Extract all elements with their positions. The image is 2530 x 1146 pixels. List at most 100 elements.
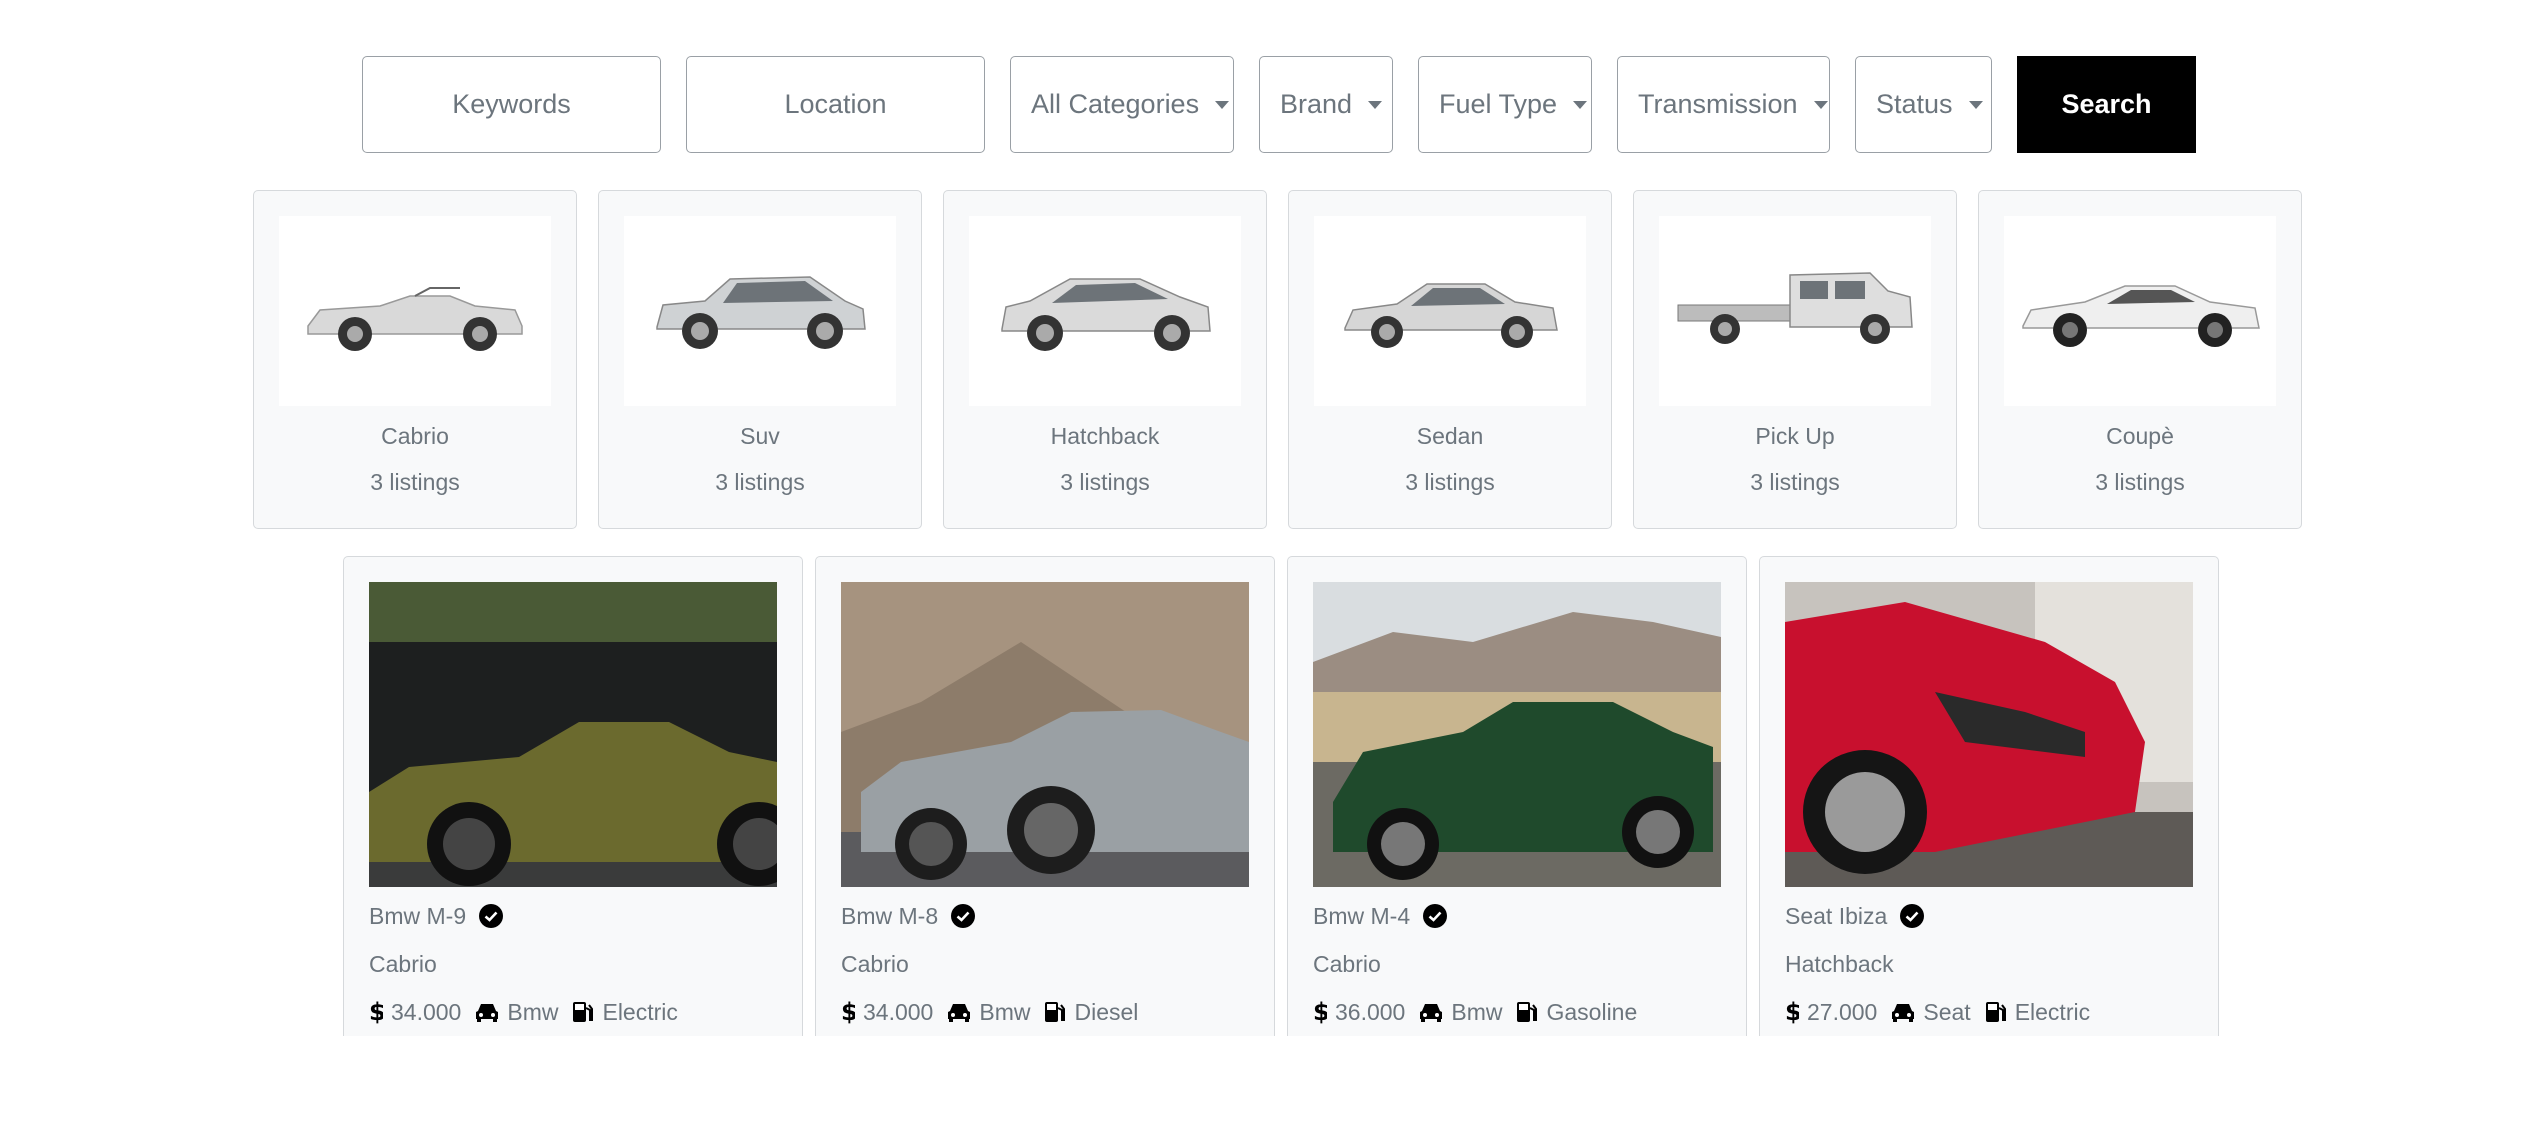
listing-title[interactable]: Bmw M-8 bbox=[841, 903, 938, 930]
listing-price: 34.000 bbox=[863, 998, 934, 1025]
car-cabrio-image bbox=[279, 216, 551, 406]
category-count: 3 listings bbox=[1060, 469, 1150, 495]
listing-brand: Bmw bbox=[979, 998, 1031, 1025]
brand-select[interactable]: Brand bbox=[1259, 56, 1393, 153]
status-select[interactable]: Status bbox=[1855, 56, 1992, 153]
listing-category: Cabrio bbox=[369, 951, 437, 977]
category-count: 3 listings bbox=[1750, 469, 1840, 495]
car-sedan-image bbox=[1314, 216, 1586, 406]
car-coupe-image bbox=[2004, 216, 2276, 406]
svg-text:$: $ bbox=[1785, 999, 1799, 1025]
listing-brand: Bmw bbox=[1451, 998, 1503, 1025]
caret-down-icon bbox=[1368, 100, 1383, 109]
verified-check-icon bbox=[1423, 904, 1448, 928]
listing-photo[interactable] bbox=[1313, 582, 1721, 887]
fuel-pump-icon bbox=[1044, 1000, 1066, 1024]
listing-photo[interactable] bbox=[1785, 582, 2193, 887]
category-count: 3 listings bbox=[370, 469, 460, 495]
listing-brand: Seat bbox=[1923, 998, 1971, 1025]
listing-title[interactable]: Seat Ibiza bbox=[1785, 903, 1887, 930]
category-name: Coupè bbox=[2106, 423, 2174, 449]
listing-brand: Bmw bbox=[507, 998, 559, 1025]
listing-title-row: Bmw M-4 bbox=[1313, 899, 1721, 933]
listing-card[interactable]: Bmw M-9 Cabrio $ 34.000 Bmw Electric bbox=[343, 556, 803, 1036]
listing-price: 27.000 bbox=[1807, 998, 1878, 1025]
listing-category: Cabrio bbox=[841, 951, 909, 977]
listing-price: 34.000 bbox=[391, 998, 462, 1025]
dollar-icon: $ bbox=[1313, 999, 1327, 1025]
listing-meta: $ 34.000 Bmw Electric bbox=[369, 995, 777, 1029]
listing-photo[interactable] bbox=[841, 582, 1249, 887]
listing-fuel: Electric bbox=[2014, 998, 2091, 1025]
location-input[interactable]: Location bbox=[686, 56, 985, 153]
category-name: Suv bbox=[740, 423, 780, 449]
verified-check-icon bbox=[951, 904, 976, 928]
listing-title-row: Bmw M-9 bbox=[369, 899, 777, 933]
caret-down-icon bbox=[1573, 100, 1588, 109]
category-card-coupe[interactable]: Coupè 3 listings bbox=[1978, 190, 2302, 529]
listing-title[interactable]: Bmw M-9 bbox=[369, 903, 466, 930]
search-bar: Keywords Location All Categories Brand F… bbox=[362, 56, 2196, 153]
listing-price: 36.000 bbox=[1335, 998, 1406, 1025]
listing-card[interactable]: Bmw M-8 Cabrio $ 34.000 Bmw Diesel bbox=[815, 556, 1275, 1036]
listing-meta: $ 36.000 Bmw Gasoline bbox=[1313, 995, 1721, 1029]
listing-category: Hatchback bbox=[1785, 951, 1894, 977]
listing-meta: $ 27.000 Seat Electric bbox=[1785, 995, 2193, 1029]
fuel-type-select[interactable]: Fuel Type bbox=[1418, 56, 1592, 153]
car-icon bbox=[475, 1001, 499, 1023]
category-card-sedan[interactable]: Sedan 3 listings bbox=[1288, 190, 1612, 529]
category-name: Hatchback bbox=[1050, 423, 1160, 449]
listing-fuel: Diesel bbox=[1074, 998, 1139, 1025]
categories-select-label: All Categories bbox=[1031, 89, 1200, 119]
category-card-suv[interactable]: Suv 3 listings bbox=[598, 190, 922, 529]
category-card-cabrio[interactable]: Cabrio 3 listings bbox=[253, 190, 577, 529]
car-hatchback-image bbox=[969, 216, 1241, 406]
transmission-select[interactable]: Transmission bbox=[1617, 56, 1830, 153]
car-pickup-image bbox=[1659, 216, 1931, 406]
categories-select[interactable]: All Categories bbox=[1010, 56, 1234, 153]
listing-fuel: Electric bbox=[602, 998, 678, 1025]
listing-title-row: Bmw M-8 bbox=[841, 899, 1249, 933]
listing-meta: $ 34.000 Bmw Diesel bbox=[841, 995, 1249, 1029]
category-count: 3 listings bbox=[715, 469, 805, 495]
category-name: Cabrio bbox=[381, 423, 449, 449]
fuel-pump-icon bbox=[1985, 1000, 2007, 1024]
car-icon bbox=[1419, 1001, 1443, 1023]
dollar-icon: $ bbox=[1785, 999, 1799, 1025]
listing-category: Cabrio bbox=[1313, 951, 1381, 977]
caret-down-icon bbox=[1215, 100, 1230, 109]
listing-title-row: Seat Ibiza bbox=[1785, 899, 2193, 933]
verified-check-icon bbox=[479, 904, 504, 928]
dollar-icon: $ bbox=[369, 999, 383, 1025]
listing-fuel: Gasoline bbox=[1546, 998, 1638, 1025]
listing-card[interactable]: Seat Ibiza Hatchback $ 27.000 Seat Elect… bbox=[1759, 556, 2219, 1036]
category-name: Sedan bbox=[1416, 423, 1484, 449]
car-icon bbox=[947, 1001, 971, 1023]
verified-check-icon bbox=[1900, 904, 1925, 928]
listing-card[interactable]: Bmw M-4 Cabrio $ 36.000 Bmw Gasoline bbox=[1287, 556, 1747, 1036]
category-list: Cabrio 3 listings Suv 3 listings Hatchba… bbox=[253, 190, 2302, 529]
status-select-label: Status bbox=[1876, 89, 1953, 119]
category-name: Pick Up bbox=[1755, 423, 1835, 449]
keywords-input[interactable]: Keywords bbox=[362, 56, 661, 153]
svg-text:$: $ bbox=[369, 999, 383, 1025]
category-count: 3 listings bbox=[2095, 469, 2185, 495]
category-count: 3 listings bbox=[1405, 469, 1495, 495]
listing-photo[interactable] bbox=[369, 582, 777, 887]
listing-title[interactable]: Bmw M-4 bbox=[1313, 903, 1410, 930]
caret-down-icon bbox=[1968, 100, 1983, 109]
category-card-pickup[interactable]: Pick Up 3 listings bbox=[1633, 190, 1957, 529]
caret-down-icon bbox=[1813, 100, 1828, 109]
svg-text:$: $ bbox=[841, 999, 855, 1025]
svg-text:$: $ bbox=[1313, 999, 1327, 1025]
category-card-hatchback[interactable]: Hatchback 3 listings bbox=[943, 190, 1267, 529]
search-button[interactable]: Search bbox=[2017, 56, 2196, 153]
fuel-type-select-label: Fuel Type bbox=[1439, 89, 1558, 119]
brand-select-label: Brand bbox=[1280, 89, 1353, 119]
transmission-select-label: Transmission bbox=[1638, 89, 1798, 119]
dollar-icon: $ bbox=[841, 999, 855, 1025]
fuel-pump-icon bbox=[1516, 1000, 1538, 1024]
car-suv-image bbox=[624, 216, 896, 406]
car-icon bbox=[1891, 1001, 1915, 1023]
listing-grid: Bmw M-9 Cabrio $ 34.000 Bmw Electric Bmw… bbox=[343, 556, 2219, 1036]
